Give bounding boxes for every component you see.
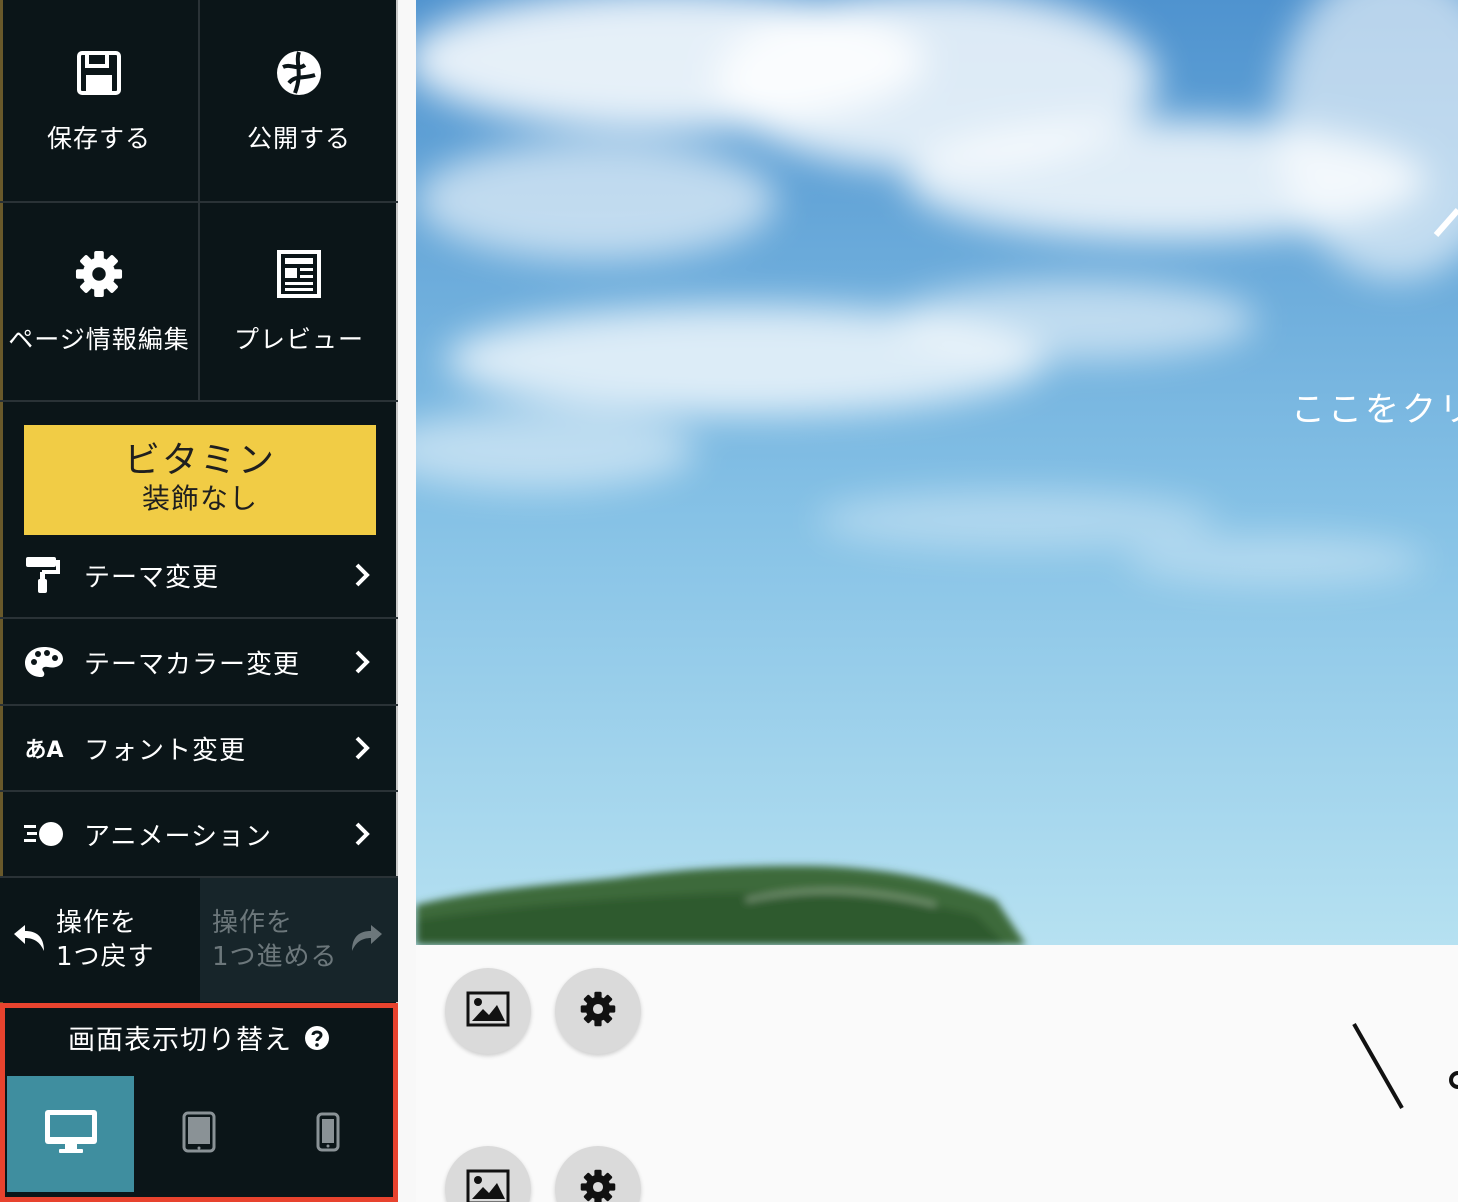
preview-button[interactable]: プレビュー: [200, 203, 398, 402]
page-info-button[interactable]: ページ情報編集: [0, 203, 198, 402]
theme-name: ビタミン: [123, 440, 276, 481]
redo-button[interactable]: 操作を 1つ進める: [200, 878, 398, 1002]
menu-item-theme-color[interactable]: テーマカラー変更: [0, 620, 398, 706]
divider: [0, 876, 398, 878]
publish-button[interactable]: 公開する: [200, 2, 398, 201]
grid-divider: [0, 400, 398, 402]
desktop-icon: [43, 1108, 99, 1160]
current-theme-card[interactable]: ビタミン 装飾なし: [24, 425, 376, 535]
undo-label-line2: 1つ戻す: [56, 942, 155, 972]
animation-icon: [22, 814, 66, 854]
globe-icon: [275, 49, 323, 97]
menu-label: フォント変更: [84, 735, 247, 766]
image-icon: [466, 1169, 510, 1202]
newspaper-icon: [275, 249, 323, 298]
floppy-disk-icon: [75, 49, 123, 97]
history-controls: 操作を 1つ戻す 操作を 1つ進める: [0, 876, 398, 1002]
hero-caption[interactable]: ここをクリ: [1291, 382, 1458, 431]
image-edit-button[interactable]: [445, 1146, 531, 1202]
menu-label: アニメーション: [84, 821, 272, 852]
undo-label-line1: 操作を: [56, 908, 138, 938]
decorative-lines: [1352, 1023, 1458, 1109]
block-settings-button[interactable]: [555, 1146, 641, 1202]
menu-label: テーマ変更: [84, 562, 220, 593]
editor-sidebar: 保存する 公開する ページ情報編集 プレビュー ビタミン 装飾なし テーマ変更 …: [0, 0, 398, 1202]
display-switcher-title: 画面表示切り替え: [68, 1025, 292, 1056]
device-desktop-button[interactable]: [7, 1076, 134, 1192]
image-edit-button[interactable]: [445, 968, 531, 1054]
menu-item-theme-change[interactable]: テーマ変更: [0, 533, 398, 619]
gear-icon: [75, 250, 123, 298]
grid-divider: [0, 201, 398, 203]
gear-icon: [580, 1169, 616, 1202]
preview-label: プレビュー: [233, 324, 364, 354]
redo-label: 操作を 1つ進める: [212, 906, 338, 974]
chevron-right-icon: [354, 649, 374, 675]
gear-icon: [580, 991, 616, 1031]
chevron-right-icon: [354, 821, 374, 847]
device-tablet-button[interactable]: [134, 1076, 263, 1192]
device-smartphone-button[interactable]: [263, 1076, 393, 1192]
page-canvas: ここをクリ: [416, 0, 1458, 1202]
smartphone-icon: [316, 1112, 340, 1156]
chevron-right-icon: [354, 562, 374, 588]
redo-label-line1: 操作を: [212, 908, 294, 938]
font-icon-glyph: あA: [24, 738, 64, 763]
menu-item-animation[interactable]: アニメーション: [0, 792, 398, 878]
page-info-label: ページ情報編集: [8, 324, 190, 354]
redo-label-line2: 1つ進める: [212, 942, 338, 972]
save-label: 保存する: [46, 123, 151, 153]
font-icon: あA: [22, 728, 66, 768]
action-grid: 保存する 公開する ページ情報編集 プレビュー: [0, 0, 398, 402]
tablet-icon: [182, 1111, 216, 1157]
save-button[interactable]: 保存する: [0, 2, 198, 201]
block-settings-button[interactable]: [555, 968, 641, 1054]
undo-label: 操作を 1つ戻す: [56, 906, 155, 974]
menu-label: テーマカラー変更: [84, 649, 301, 680]
undo-arrow-icon: [12, 923, 48, 957]
menu-item-font-change[interactable]: あA フォント変更: [0, 706, 398, 792]
chevron-right-icon: [354, 735, 374, 761]
image-icon: [466, 991, 510, 1031]
publish-label: 公開する: [246, 123, 351, 153]
hero-background: [416, 0, 1458, 945]
paint-roller-icon: [22, 555, 66, 595]
undo-button[interactable]: 操作を 1つ戻す: [0, 878, 198, 1002]
hero-image[interactable]: ここをクリ: [416, 0, 1458, 945]
palette-icon: [22, 642, 66, 682]
help-icon[interactable]: [304, 1025, 330, 1051]
display-switcher: 画面表示切り替え: [0, 1003, 398, 1202]
redo-arrow-icon: [350, 923, 386, 957]
display-switcher-header: 画面表示切り替え: [5, 1018, 393, 1057]
theme-decoration: 装飾なし: [141, 482, 258, 515]
